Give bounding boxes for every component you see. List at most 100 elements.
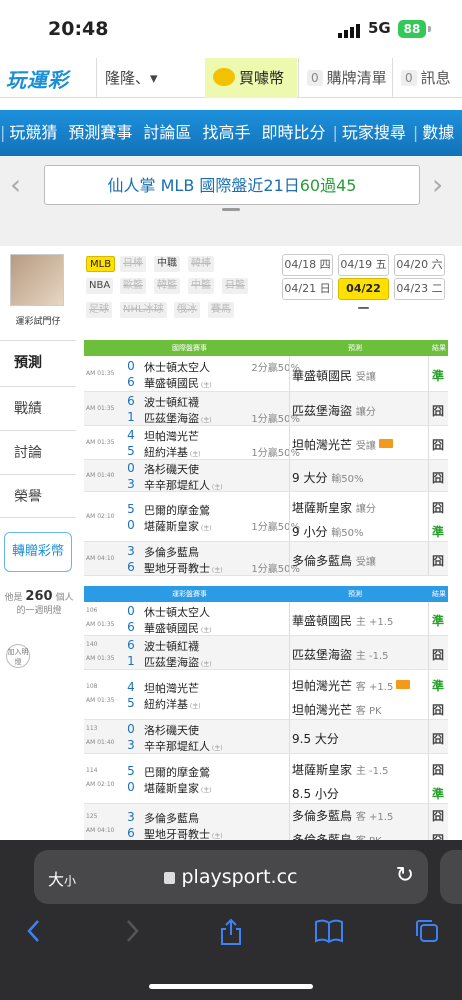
away-score: 6	[127, 394, 135, 408]
banner-prev-icon[interactable]: ‹	[10, 168, 21, 201]
home-team-name[interactable]: 紐約洋基	[144, 698, 188, 711]
league-chip[interactable]: 日籃	[222, 278, 248, 294]
home-team-name[interactable]: 辛辛那堤紅人	[144, 479, 210, 492]
cart-link[interactable]: 0 購牌清單	[298, 58, 392, 98]
league-chip[interactable]: NHL冰球	[120, 302, 167, 318]
date-tab[interactable]: 04/21 日	[282, 278, 333, 300]
home-team-name[interactable]: 華盛頓國民	[144, 377, 199, 390]
nav-item-player-search[interactable]: 玩家搜尋	[342, 123, 406, 142]
table-row[interactable]: 114 AM 02:10 5 0 巴爾的摩金鶯 堪薩斯皇家 (主) 堪薩斯皇家 主 -1.5…	[84, 754, 448, 804]
gift-coins-button[interactable]: 轉贈彩幣	[4, 532, 72, 572]
table-row[interactable]: 140 AM 01:35 6 1 波士頓紅襪 匹茲堡海盜 (主) 匹茲堡海盜 主 -1.5 囧	[84, 636, 448, 670]
site-logo[interactable]: 玩運彩	[6, 64, 69, 93]
join-follow-button[interactable]: 加入明燈	[6, 644, 30, 668]
league-chip[interactable]: 中職	[154, 256, 180, 272]
prediction-pick: 9.5 大分	[292, 732, 339, 746]
date-tab[interactable]: 04/23 二	[394, 278, 445, 300]
away-score: 6	[127, 638, 135, 652]
league-chip[interactable]: NBA	[86, 278, 114, 294]
away-score: 0	[127, 359, 135, 373]
home-team-name[interactable]: 辛辛那堤紅人	[144, 740, 210, 753]
date-tab-selected[interactable]: 04/22 一	[338, 278, 389, 315]
next-tab-pill[interactable]	[440, 850, 462, 904]
away-team: 坦帕灣光芒	[144, 428, 199, 444]
away-team-name[interactable]: 洛杉磯天使	[144, 724, 199, 737]
home-team-name[interactable]: 華盛頓國民	[144, 622, 199, 635]
home-team-name[interactable]: 匹茲堡海盜	[144, 656, 199, 669]
banner-next-icon[interactable]: ›	[432, 168, 443, 201]
messages-link[interactable]: 0 訊息	[392, 58, 462, 98]
prediction-pick: 9 大分	[292, 471, 328, 485]
table-row[interactable]: AM 04:10 3 6 多倫多藍鳥 聖地牙哥教士 (主) 1分贏50% 多倫多藍鳥 受讓囧	[84, 542, 448, 576]
site-header: 玩運彩 隆隆、▾ 買噱幣 0 購牌清單 0 訊息	[0, 58, 462, 98]
browser-toolbar: 大小 playsport.cc ↻	[0, 840, 462, 1000]
home-team-name[interactable]: 堪薩斯皇家	[144, 782, 199, 795]
league-chip[interactable]: 中籃	[188, 278, 214, 294]
prediction: 華盛頓國民 受讓	[292, 367, 376, 384]
sidebar-item-predict[interactable]: 預測	[0, 340, 76, 384]
tabs-icon[interactable]	[414, 918, 440, 944]
table-row[interactable]: AM 01:35 4 5 坦帕灣光芒 紐約洋基 (主) 1分贏50% 坦帕灣光芒 受讓囧	[84, 426, 448, 460]
reload-icon[interactable]: ↻	[396, 863, 414, 888]
league-chip[interactable]: 日棒	[120, 256, 146, 272]
table-row[interactable]: 106 AM 01:35 0 6 休士頓太空人 華盛頓國民 (主) 華盛頓國民 主 +1.5…	[84, 602, 448, 636]
nav-item-live-score[interactable]: 即時比分	[261, 123, 325, 142]
share-icon[interactable]	[218, 918, 244, 946]
date-tab[interactable]: 04/18 四	[282, 254, 333, 276]
banner-link[interactable]: 仙人掌 MLB 國際盤近21日60過45	[44, 165, 420, 205]
away-team-name[interactable]: 多倫多藍鳥	[144, 812, 199, 825]
away-team: 巴爾的摩金鶯	[144, 502, 210, 518]
table-row[interactable]: AM 02:10 5 0 巴爾的摩金鶯 堪薩斯皇家 (主) 1分贏50% 堪薩斯皇家 讓分囧…	[84, 492, 448, 542]
prediction-note: 主 -1.5	[355, 651, 389, 662]
sidebar-item-honor[interactable]: 榮譽	[0, 474, 76, 518]
away-team-name[interactable]: 波士頓紅襪	[144, 640, 199, 653]
away-team-name[interactable]: 多倫多藍鳥	[144, 546, 199, 559]
back-icon[interactable]	[24, 918, 44, 944]
home-team-name[interactable]: 堪薩斯皇家	[144, 520, 199, 533]
league-chip[interactable]: 韓棒	[188, 256, 214, 272]
nav-item-guess[interactable]: 玩競猜	[9, 123, 57, 142]
league-chip[interactable]: 韓籃	[154, 278, 180, 294]
nav-item-predict[interactable]: 預測賽事	[68, 123, 132, 142]
away-team-name[interactable]: 洛杉磯天使	[144, 463, 199, 476]
home-team-name[interactable]: 紐約洋基	[144, 446, 188, 459]
table-row[interactable]: 108 AM 01:35 4 5 坦帕灣光芒 紐約洋基 (主) 坦帕灣光芒 客 +1.5 準坦…	[84, 670, 448, 720]
away-team-name[interactable]: 坦帕灣光芒	[144, 682, 199, 695]
bookmarks-icon[interactable]	[314, 918, 344, 944]
result-badge: 囧	[432, 438, 445, 452]
banner-highlight: 60過45	[299, 176, 357, 195]
forward-icon[interactable]	[122, 918, 142, 944]
league-chip-mlb[interactable]: MLB	[86, 256, 116, 272]
col-divider	[289, 542, 290, 575]
away-team: 波士頓紅襪	[144, 638, 199, 654]
home-team-name[interactable]: 聖地牙哥教士	[144, 562, 210, 575]
league-chip[interactable]: 俄冰	[174, 302, 200, 318]
league-chip[interactable]: 賽馬	[208, 302, 234, 318]
avatar[interactable]	[10, 254, 64, 306]
table-row[interactable]: AM 01:40 0 3 洛杉磯天使 辛辛那堤紅人 (主) 9 大分 輸50% 囧	[84, 460, 448, 492]
nav-item-forum[interactable]: 討論區	[143, 123, 191, 142]
nav-item-data[interactable]: 數據	[422, 123, 454, 142]
home-team-name[interactable]: 匹茲堡海盜	[144, 412, 199, 425]
buy-coins-button[interactable]: 買噱幣	[205, 58, 297, 98]
user-menu[interactable]: 隆隆、▾	[96, 58, 204, 98]
away-team-name[interactable]: 休士頓太空人	[144, 361, 210, 374]
col-divider	[289, 720, 290, 753]
date-tab[interactable]: 04/20 六	[394, 254, 445, 276]
away-team-name[interactable]: 巴爾的摩金鶯	[144, 504, 210, 517]
away-team-name[interactable]: 坦帕灣光芒	[144, 430, 199, 443]
league-chip[interactable]: 足球	[86, 302, 112, 318]
sidebar-item-record[interactable]: 戰績	[0, 386, 76, 430]
followers-count: 他是 260 個人的一週明燈	[2, 590, 76, 618]
nav-item-experts[interactable]: 找高手	[202, 123, 250, 142]
date-tab[interactable]: 04/19 五	[338, 254, 389, 276]
league-chip[interactable]: 歐籃	[120, 278, 146, 294]
away-team-name[interactable]: 休士頓太空人	[144, 606, 210, 619]
table-row[interactable]: 113 AM 01:40 0 3 洛杉磯天使 辛辛那堤紅人 (主) 9.5 大分 囧	[84, 720, 448, 754]
away-team-name[interactable]: 巴爾的摩金鶯	[144, 766, 210, 779]
address-bar[interactable]: 大小 playsport.cc ↻	[34, 850, 428, 904]
table-row[interactable]: AM 01:35 0 6 休士頓太空人 華盛頓國民 (主) 2分贏50% 華盛頓國民 受讓準	[84, 356, 448, 392]
table-row[interactable]: AM 01:35 6 1 波士頓紅襪 匹茲堡海盜 (主) 1分贏50% 匹茲堡海盜 讓分囧	[84, 392, 448, 426]
sidebar-item-discuss[interactable]: 討論	[0, 430, 76, 474]
away-team-name[interactable]: 波士頓紅襪	[144, 396, 199, 409]
